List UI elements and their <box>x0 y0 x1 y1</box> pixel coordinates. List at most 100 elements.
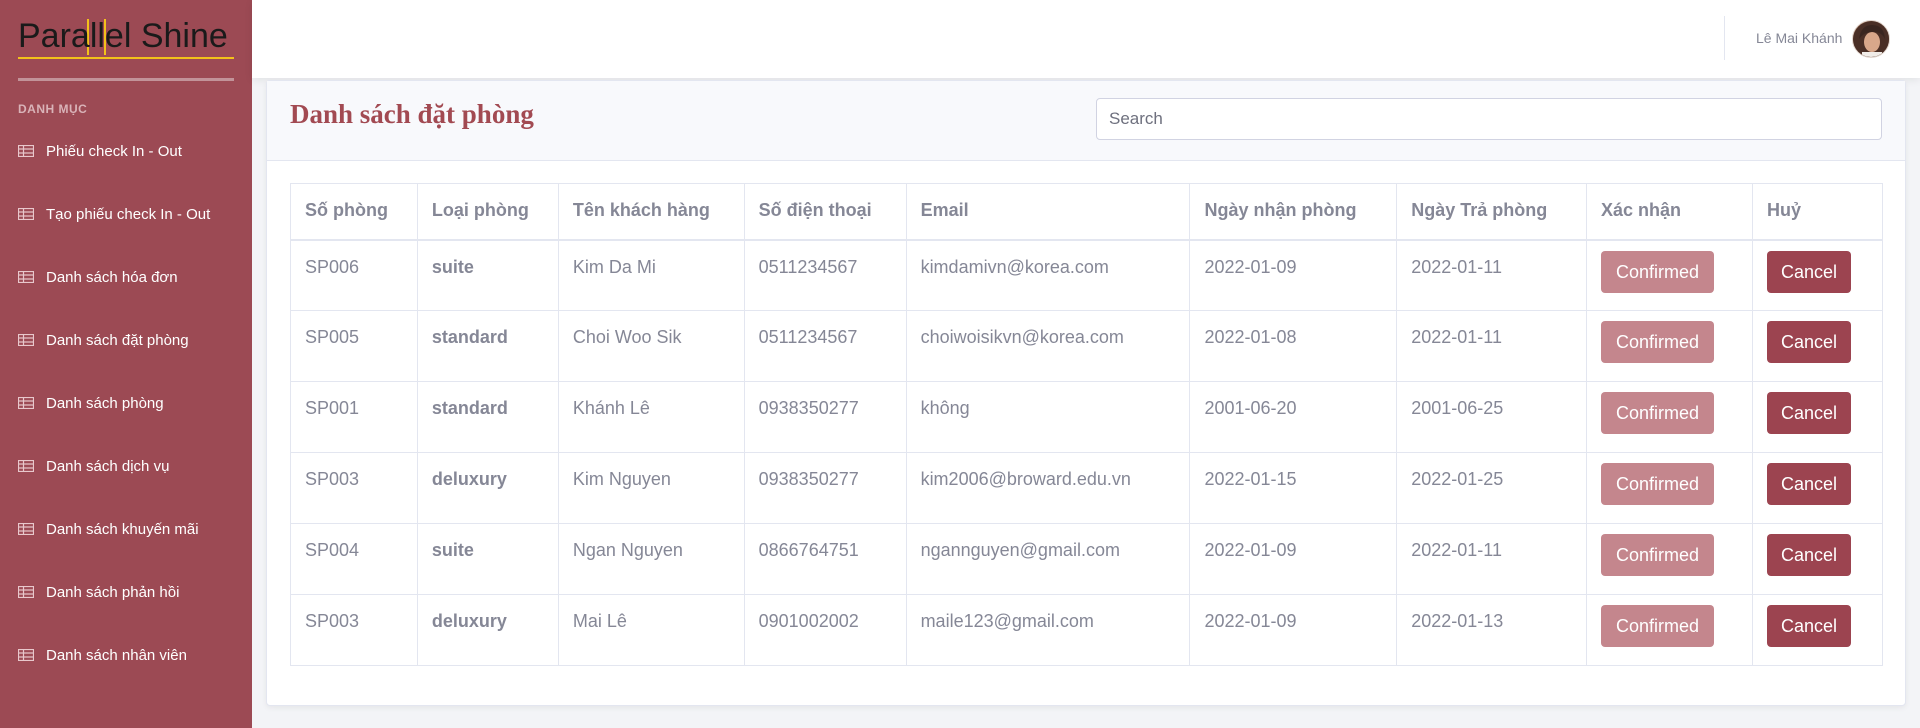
confirmed-button[interactable]: Confirmed <box>1601 534 1714 576</box>
sidebar-item[interactable]: Danh sách nhân viên <box>18 643 187 667</box>
column-header[interactable]: Ngày nhận phòng <box>1189 183 1398 241</box>
confirmed-button[interactable]: Confirmed <box>1601 321 1714 363</box>
table-icon <box>18 145 34 157</box>
sidebar-item[interactable]: Tạo phiếu check In - Out <box>18 202 210 226</box>
cell-checkin-date: 2001-06-20 <box>1189 381 1398 453</box>
column-header[interactable]: Tên khách hàng <box>557 183 745 241</box>
cancel-button[interactable]: Cancel <box>1766 534 1851 576</box>
avatar[interactable] <box>1852 20 1890 58</box>
table-row: SP005 standard Choi Woo Sik 0511234567 choiw… <box>290 310 1884 382</box>
cell-checkin-date: 2022-01-09 <box>1189 523 1398 595</box>
cell-email: maile123@gmail.com <box>905 594 1191 666</box>
sidebar-item-label: Danh sách dịch vụ <box>46 457 170 475</box>
cell-checkout-date: 2001-06-25 <box>1396 381 1587 453</box>
cell-phone: 0938350277 <box>743 381 907 453</box>
table-icon <box>18 397 34 409</box>
cell-confirm: Confirmed <box>1586 381 1753 453</box>
sidebar-heading: DANH MỤC <box>18 102 88 116</box>
bookings-card: Danh sách đặt phòng Số phòngLoại phòngTê… <box>266 80 1906 706</box>
cell-room-number: SP005 <box>290 310 418 382</box>
search-input[interactable] <box>1096 98 1882 140</box>
sidebar-item[interactable]: Phiếu check In - Out <box>18 139 182 163</box>
sidebar-item-label: Danh sách hóa đơn <box>46 268 178 286</box>
column-header[interactable]: Loại phòng <box>416 183 559 241</box>
sidebar-item-label: Danh sách đặt phòng <box>46 331 189 349</box>
table-icon <box>18 460 34 472</box>
cell-room-type: suite <box>416 523 559 595</box>
cancel-button[interactable]: Cancel <box>1766 605 1851 647</box>
cell-checkout-date: 2022-01-13 <box>1396 594 1587 666</box>
logo-underline <box>18 57 234 59</box>
cancel-button[interactable]: Cancel <box>1766 463 1851 505</box>
page-title: Danh sách đặt phòng <box>290 99 534 129</box>
cell-room-type: suite <box>416 239 559 311</box>
brand-logo[interactable]: Parallel Shine <box>18 16 234 60</box>
table-icon <box>18 208 34 220</box>
table-icon <box>18 271 34 283</box>
table-row: SP001 standard Khánh Lê 0938350277 không 2001… <box>290 381 1884 453</box>
column-header[interactable]: Số điện thoại <box>743 183 907 241</box>
cell-checkin-date: 2022-01-09 <box>1189 239 1398 311</box>
card-header: Danh sách đặt phòng <box>267 81 1905 161</box>
column-header[interactable]: Số phòng <box>290 183 418 241</box>
sidebar-item[interactable]: Danh sách hóa đơn <box>18 265 178 289</box>
sidebar-item[interactable]: Danh sách dịch vụ <box>18 454 169 478</box>
cancel-button[interactable]: Cancel <box>1766 392 1851 434</box>
cell-phone: 0938350277 <box>743 452 907 524</box>
cell-customer-name: Kim Da Mi <box>557 239 745 311</box>
cell-confirm: Confirmed <box>1586 310 1753 382</box>
column-header[interactable]: Email <box>905 183 1191 241</box>
table-body: SP006 suite Kim Da Mi 0511234567 kimdamivn@k… <box>290 239 1884 666</box>
cell-confirm: Confirmed <box>1586 452 1753 524</box>
cancel-button[interactable]: Cancel <box>1766 321 1851 363</box>
sidebar-divider <box>18 78 234 81</box>
cell-cancel: Cancel <box>1751 452 1884 524</box>
column-header[interactable]: Ngày Trả phòng <box>1396 183 1587 241</box>
cell-cancel: Cancel <box>1751 381 1884 453</box>
cancel-button[interactable]: Cancel <box>1766 250 1851 293</box>
sidebar-item-label: Danh sách khuyến mãi <box>46 520 199 538</box>
cell-confirm: Confirmed <box>1586 239 1753 311</box>
table-row: SP006 suite Kim Da Mi 0511234567 kimdamivn@k… <box>290 239 1884 311</box>
sidebar-item[interactable]: Danh sách phòng <box>18 391 164 415</box>
cell-confirm: Confirmed <box>1586 594 1753 666</box>
confirmed-button[interactable]: Confirmed <box>1601 605 1714 647</box>
cell-email: kimdamivn@korea.com <box>905 239 1191 311</box>
sidebar-item-label: Danh sách phòng <box>46 394 164 412</box>
sidebar-item-label: Danh sách nhân viên <box>46 646 187 664</box>
confirmed-button[interactable]: Confirmed <box>1601 250 1714 293</box>
cell-room-number: SP006 <box>290 239 418 311</box>
sidebar-item[interactable]: Danh sách khuyến mãi <box>18 517 199 541</box>
table-header-row: Số phòng Loại phòng Tên khách hàng Số điện … <box>290 183 1884 241</box>
cell-room-number: SP004 <box>290 523 418 595</box>
cell-checkin-date: 2022-01-09 <box>1189 594 1398 666</box>
table-icon <box>18 649 34 661</box>
sidebar-item[interactable]: Danh sách đặt phòng <box>18 328 189 352</box>
cell-cancel: Cancel <box>1751 310 1884 382</box>
cell-cancel: Cancel <box>1751 239 1884 311</box>
column-header[interactable]: Xác nhận <box>1586 183 1753 241</box>
table-row: SP003 deluxury Kim Nguyen 0938350277 kim2006… <box>290 452 1884 524</box>
cell-email: kim2006@broward.edu.vn <box>905 452 1191 524</box>
sidebar-item-label: Phiếu check In - Out <box>46 142 182 160</box>
sidebar: Parallel Shine DANH MỤC Phiếu check In -… <box>0 0 252 728</box>
cell-checkin-date: 2022-01-08 <box>1189 310 1398 382</box>
cell-room-type: deluxury <box>416 452 559 524</box>
cell-room-type: standard <box>416 381 559 453</box>
sidebar-item[interactable]: Danh sách phản hồi <box>18 580 179 604</box>
confirmed-button[interactable]: Confirmed <box>1601 392 1714 434</box>
cell-email: choiwoisikvn@korea.com <box>905 310 1191 382</box>
cell-email: không <box>905 381 1191 453</box>
cell-customer-name: Kim Nguyen <box>557 452 745 524</box>
user-name[interactable]: Lê Mai Khánh <box>1756 30 1842 46</box>
cell-phone: 0901002002 <box>743 594 907 666</box>
bookings-table: Số phòng Loại phòng Tên khách hàng Số điện … <box>290 183 1884 666</box>
cell-room-number: SP003 <box>290 594 418 666</box>
topbar <box>252 0 1920 78</box>
cell-customer-name: Ngan Nguyen <box>557 523 745 595</box>
column-header[interactable]: Huỷ <box>1751 183 1884 241</box>
cell-cancel: Cancel <box>1751 594 1884 666</box>
cell-phone: 0866764751 <box>743 523 907 595</box>
confirmed-button[interactable]: Confirmed <box>1601 463 1714 505</box>
topbar-divider <box>1724 16 1725 60</box>
